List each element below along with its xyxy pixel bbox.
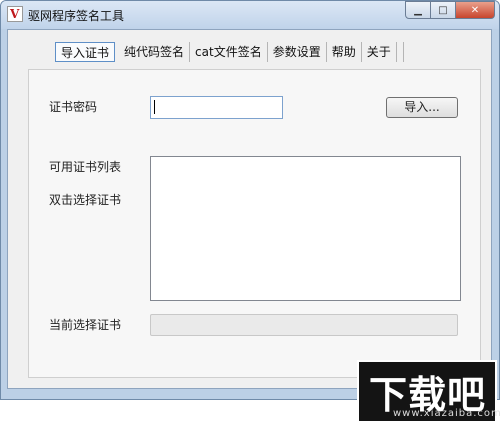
close-icon: ✕ [470,4,480,16]
password-field[interactable] [150,96,283,119]
tab-about[interactable]: 关于 [362,42,397,62]
cert-list-label: 可用证书列表 [49,160,122,174]
cert-list[interactable] [150,156,461,301]
window-title: 驱网程序签名工具 [28,9,125,23]
app-window: V 驱网程序签名工具 ▁ □ ✕ 导入证书 纯代码签名 cat文件签名 参数设置… [0,0,500,400]
tab-settings[interactable]: 参数设置 [268,42,327,62]
title-bar[interactable]: V 驱网程序签名工具 ▁ □ ✕ [1,1,499,29]
signing-app-icon: V [7,6,23,22]
import-button[interactable]: 导入... [386,97,458,118]
tab-strip-end [397,42,404,62]
text-caret [154,100,155,114]
minimize-button[interactable]: ▁ [405,1,431,19]
tab-help[interactable]: 帮助 [327,42,362,62]
client-area: 导入证书 纯代码签名 cat文件签名 参数设置 帮助 关于 证书密码 导入...… [7,29,492,389]
maximize-button[interactable]: □ [430,1,456,19]
tab-import-cert[interactable]: 导入证书 [55,42,116,62]
current-cert-field [150,314,458,336]
close-button[interactable]: ✕ [455,1,495,19]
app-icon-glyph: V [10,7,20,21]
tab-strip: 导入证书 纯代码签名 cat文件签名 参数设置 帮助 关于 [55,42,404,64]
maximize-icon: □ [438,4,448,16]
tab-cat-sign[interactable]: cat文件签名 [190,42,268,62]
import-cert-panel: 证书密码 导入... 可用证书列表 双击选择证书 当前选择证书 [28,69,481,378]
watermark-url: www.xiazaiba.com [393,408,500,419]
tab-code-sign[interactable]: 纯代码签名 [119,42,191,62]
cert-list-hint: 双击选择证书 [49,193,122,207]
password-label: 证书密码 [49,100,98,114]
minimize-icon: ▁ [414,4,422,16]
site-watermark-logo: 下载吧 www.xiazaiba.com [357,360,500,423]
current-cert-label: 当前选择证书 [49,318,122,332]
